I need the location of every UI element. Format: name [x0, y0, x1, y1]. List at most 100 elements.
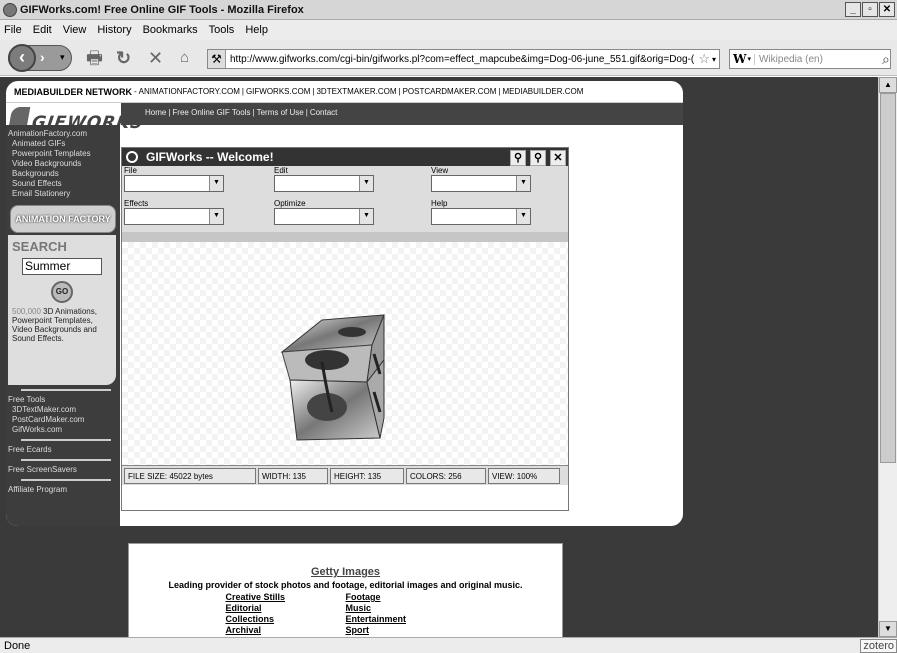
nav-terms-link[interactable]: Terms of Use: [257, 108, 304, 117]
close-button[interactable]: ✕: [879, 2, 895, 17]
network-separator: |: [498, 87, 501, 96]
zoom-in-icon[interactable]: ⚲: [530, 150, 546, 166]
back-button[interactable]: ‹: [8, 44, 36, 72]
search-input[interactable]: Summer: [22, 258, 102, 275]
nav-home-link[interactable]: Home: [145, 108, 166, 117]
forward-button[interactable]: ›: [40, 49, 45, 65]
getty-links-column-2: Footage Music Entertainment Sport: [346, 592, 466, 636]
url-dropdown-icon[interactable]: ▾: [712, 55, 719, 64]
search-icon[interactable]: ⌕: [882, 51, 890, 68]
sidebar-link-gifworks[interactable]: GifWorks.com: [6, 425, 120, 435]
scroll-down-icon[interactable]: ▼: [879, 621, 897, 637]
getty-link-editorial[interactable]: Editorial: [226, 603, 346, 614]
sidebar-link-backgrounds[interactable]: Backgrounds: [6, 169, 120, 179]
image-canvas[interactable]: FILE SIZE: 45022 bytes WIDTH: 135 HEIGHT…: [122, 242, 568, 485]
search-description-count: 500,000: [12, 307, 41, 316]
getty-images-ad: Getty Images Leading provider of stock p…: [128, 543, 563, 637]
window-title-bar: GIFWorks.com! Free Online GIF Tools - Mo…: [0, 0, 897, 20]
reload-icon[interactable]: ↻: [116, 49, 131, 67]
network-link-3dtextmaker[interactable]: 3DTEXTMAKER.COM: [316, 87, 396, 96]
network-link-mediabuilder[interactable]: MEDIABUILDER.COM: [502, 87, 583, 96]
bookmark-star-icon[interactable]: ☆: [696, 51, 712, 67]
sidebar-link-sound-effects[interactable]: Sound Effects: [6, 179, 120, 189]
window-controls: _ ▫ ✕: [845, 2, 895, 17]
getty-link-music[interactable]: Music: [346, 603, 466, 614]
menu-file[interactable]: File: [4, 24, 22, 36]
chevron-down-icon: ▼: [209, 176, 223, 191]
url-bar[interactable]: ⚒ http://www.gifworks.com/cgi-bin/gifwor…: [207, 49, 720, 69]
firefox-icon: [3, 2, 17, 17]
scrollbar-thumb[interactable]: [880, 93, 896, 463]
sidebar-link-3dtextmaker[interactable]: 3DTextMaker.com: [6, 405, 120, 415]
menu-history[interactable]: History: [97, 24, 131, 36]
search-placeholder[interactable]: Wikipedia (en): [754, 53, 890, 65]
go-button[interactable]: GO: [51, 281, 73, 303]
sidebar-link-affiliate[interactable]: Affiliate Program: [6, 485, 120, 495]
search-box[interactable]: W ▾ Wikipedia (en): [729, 49, 891, 69]
getty-link-creative-stills[interactable]: Creative Stills: [226, 592, 346, 603]
edit-select[interactable]: ▼: [274, 175, 374, 192]
vertical-scrollbar[interactable]: ▲ ▼: [878, 77, 897, 637]
getty-link-sport[interactable]: Sport: [346, 625, 466, 636]
menu-label-file: File: [124, 166, 137, 175]
zotero-button[interactable]: zotero: [860, 639, 897, 653]
sidebar-free-tools-label[interactable]: Free Tools: [6, 395, 120, 405]
zoom-out-icon[interactable]: ⚲: [510, 150, 526, 166]
radio-icon: [126, 151, 138, 163]
nav-contact-link[interactable]: Contact: [310, 108, 338, 117]
sidebar-link-powerpoint[interactable]: Powerpoint Templates: [6, 149, 120, 159]
chevron-down-icon: ▼: [359, 176, 373, 191]
wikipedia-icon[interactable]: W: [730, 52, 747, 66]
getty-link-archival[interactable]: Archival: [226, 625, 346, 636]
help-select[interactable]: ▼: [431, 208, 531, 225]
height-readout: HEIGHT: 135: [330, 467, 404, 484]
search-description: 500,000 3D Animations, Powerpoint Templa…: [12, 307, 112, 343]
stop-icon[interactable]: ✕: [148, 49, 163, 67]
animation-factory-banner[interactable]: ANIMATION FACTORY: [10, 205, 116, 233]
optimize-select[interactable]: ▼: [274, 208, 374, 225]
url-text[interactable]: http://www.gifworks.com/cgi-bin/gifworks…: [226, 54, 696, 65]
sidebar-divider: [21, 439, 111, 441]
chevron-down-icon: ▼: [516, 176, 530, 191]
history-dropdown-icon[interactable]: ▾: [60, 52, 65, 63]
maximize-button[interactable]: ▫: [862, 2, 878, 17]
view-select[interactable]: ▼: [431, 175, 531, 192]
sidebar-link-email-stationery[interactable]: Email Stationery: [6, 189, 120, 199]
effects-select[interactable]: ▼: [124, 208, 224, 225]
getty-links-column-1: Creative Stills Editorial Collections Ar…: [226, 592, 346, 636]
close-icon[interactable]: ✕: [550, 150, 566, 166]
page-content: MEDIABUILDER NETWORK - ANIMATIONFACTORY.…: [0, 77, 878, 637]
network-link-postcardmaker[interactable]: POSTCARDMAKER.COM: [403, 87, 497, 96]
sidebar-link-animationfactory[interactable]: AnimationFactory.com: [6, 129, 120, 139]
print-icon[interactable]: 🖶: [86, 49, 103, 67]
network-link-animationfactory[interactable]: ANIMATIONFACTORY.COM: [139, 87, 240, 96]
nav-free-tools-link[interactable]: Free Online GIF Tools: [172, 108, 250, 117]
file-select[interactable]: ▼: [124, 175, 224, 192]
sidebar-link-free-ecards[interactable]: Free Ecards: [6, 445, 120, 455]
sidebar-link-free-screensavers[interactable]: Free ScreenSavers: [6, 465, 120, 475]
menu-label-help: Help: [431, 199, 448, 208]
menu-help[interactable]: Help: [245, 24, 268, 36]
menu-edit[interactable]: Edit: [33, 24, 52, 36]
chevron-down-icon: ▼: [209, 209, 223, 224]
menu-cell-file: File ▼: [122, 166, 272, 199]
network-separator: |: [398, 87, 401, 96]
network-link-gifworks[interactable]: GIFWORKS.COM: [246, 87, 310, 96]
menu-view[interactable]: View: [63, 24, 87, 36]
getty-link-footage[interactable]: Footage: [346, 592, 466, 603]
getty-link-entertainment[interactable]: Entertainment: [346, 614, 466, 625]
sidebar-link-postcardmaker[interactable]: PostCardMaker.com: [6, 415, 120, 425]
menu-tools[interactable]: Tools: [209, 24, 235, 36]
getty-title-link[interactable]: Getty Images: [129, 566, 562, 578]
sidebar-link-animated-gifs[interactable]: Animated GIFs: [6, 139, 120, 149]
sidebar-link-video-backgrounds[interactable]: Video Backgrounds: [6, 159, 120, 169]
home-icon[interactable]: ⌂: [180, 49, 189, 67]
gifworks-editor-window: GIFWorks -- Welcome! ⚲ ⚲ ✕ File ▼ Edit ▼ V…: [121, 147, 569, 511]
minimize-button[interactable]: _: [845, 2, 861, 17]
scroll-up-icon[interactable]: ▲: [879, 77, 897, 93]
menu-label-optimize: Optimize: [274, 199, 306, 208]
getty-link-collections[interactable]: Collections: [226, 614, 346, 625]
gif-preview-image: [280, 314, 385, 441]
menu-bookmarks[interactable]: Bookmarks: [143, 24, 198, 36]
status-text: Done: [4, 639, 31, 652]
